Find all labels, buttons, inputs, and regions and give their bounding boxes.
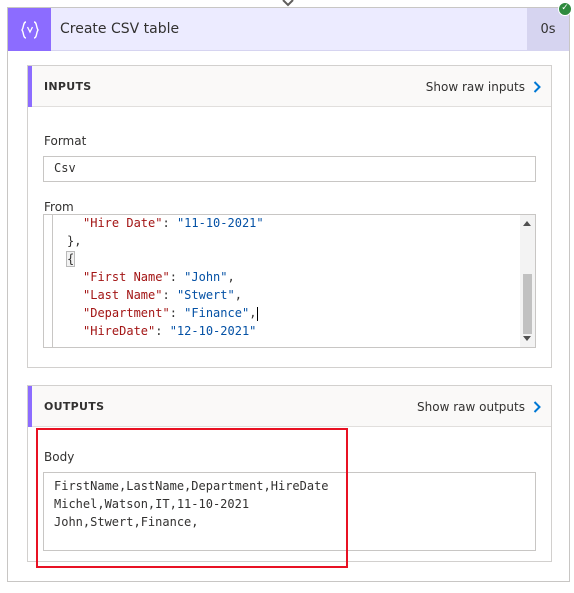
code-token: "HireDate" xyxy=(83,324,156,338)
outputs-section: OUTPUTS Show raw outputs Body FirstName,… xyxy=(27,385,552,562)
code-token: "First Name" xyxy=(83,270,170,284)
code-line: "Department": "Finance", xyxy=(67,304,517,322)
outputs-title: OUTPUTS xyxy=(44,400,105,413)
outputs-header: OUTPUTS Show raw outputs xyxy=(28,386,551,427)
code-token: : xyxy=(162,216,177,230)
code-token: "Finance" xyxy=(184,306,250,320)
chevron-right-icon xyxy=(533,400,541,413)
success-check-icon: ✓ xyxy=(558,2,572,16)
code-token: : xyxy=(162,288,177,302)
show-raw-outputs-link[interactable]: Show raw outputs xyxy=(417,386,541,427)
format-label: Format xyxy=(44,134,87,148)
scroll-down-arrow-icon[interactable] xyxy=(523,336,531,341)
code-token: , xyxy=(227,270,235,284)
code-token: }, xyxy=(67,234,82,248)
body-line: FirstName,LastName,Department,HireDate xyxy=(54,479,329,493)
action-title: Create CSV table xyxy=(60,21,180,37)
from-label: From xyxy=(44,200,74,214)
curly-braces-variable-icon xyxy=(8,8,51,51)
code-line: }, xyxy=(67,232,517,250)
code-token: , xyxy=(234,288,242,302)
action-header[interactable]: Create CSV table 0s xyxy=(8,8,569,51)
show-raw-outputs-label: Show raw outputs xyxy=(417,399,525,414)
body-label: Body xyxy=(44,450,75,464)
body-value-box[interactable]: FirstName,LastName,Department,HireDate M… xyxy=(43,472,536,551)
chevron-right-icon xyxy=(533,80,541,93)
code-token: "Department" xyxy=(83,306,170,320)
action-card: Create CSV table 0s INPUTS Show raw inpu… xyxy=(7,7,570,582)
inputs-title: INPUTS xyxy=(44,80,92,93)
code-scrollbar[interactable] xyxy=(520,215,535,347)
code-token: "Hire Date" xyxy=(83,216,163,230)
scroll-thumb[interactable] xyxy=(523,274,532,334)
code-line: { xyxy=(65,250,517,268)
code-token: : xyxy=(155,324,170,338)
text-caret xyxy=(257,306,259,321)
code-token: "12-10-2021" xyxy=(169,324,257,338)
code-line: "Hire Date": "11-10-2021" xyxy=(67,215,517,232)
code-line: "HireDate": "12-10-2021" xyxy=(67,322,517,340)
code-token: : xyxy=(169,270,185,284)
code-token: { xyxy=(65,251,76,267)
show-raw-inputs-link[interactable]: Show raw inputs xyxy=(426,66,541,107)
show-raw-inputs-label: Show raw inputs xyxy=(425,79,525,94)
scroll-up-arrow-icon[interactable] xyxy=(523,221,531,226)
format-value-box[interactable]: Csv xyxy=(43,156,536,182)
from-code-view[interactable]: "Hire Date": "11-10-2021" }, { "First Na… xyxy=(43,214,536,348)
from-code-lines: "Hire Date": "11-10-2021" }, { "First Na… xyxy=(52,215,517,347)
code-token: "Last Name" xyxy=(83,288,163,302)
code-token: "John" xyxy=(184,270,228,284)
code-token: "11-10-2021" xyxy=(176,216,264,230)
body-line: John,Stwert,Finance, xyxy=(54,515,199,529)
code-token: "Stwert" xyxy=(176,288,235,302)
body-line: Michel,Watson,IT,11-10-2021 xyxy=(54,497,250,511)
code-line: "First Name": "John", xyxy=(67,268,517,286)
code-line: "Last Name": "Stwert", xyxy=(67,286,517,304)
code-token: , xyxy=(249,306,257,320)
inputs-header: INPUTS Show raw inputs xyxy=(28,66,551,107)
inputs-section: INPUTS Show raw inputs Format Csv From "… xyxy=(27,65,552,368)
code-token: : xyxy=(169,306,185,320)
